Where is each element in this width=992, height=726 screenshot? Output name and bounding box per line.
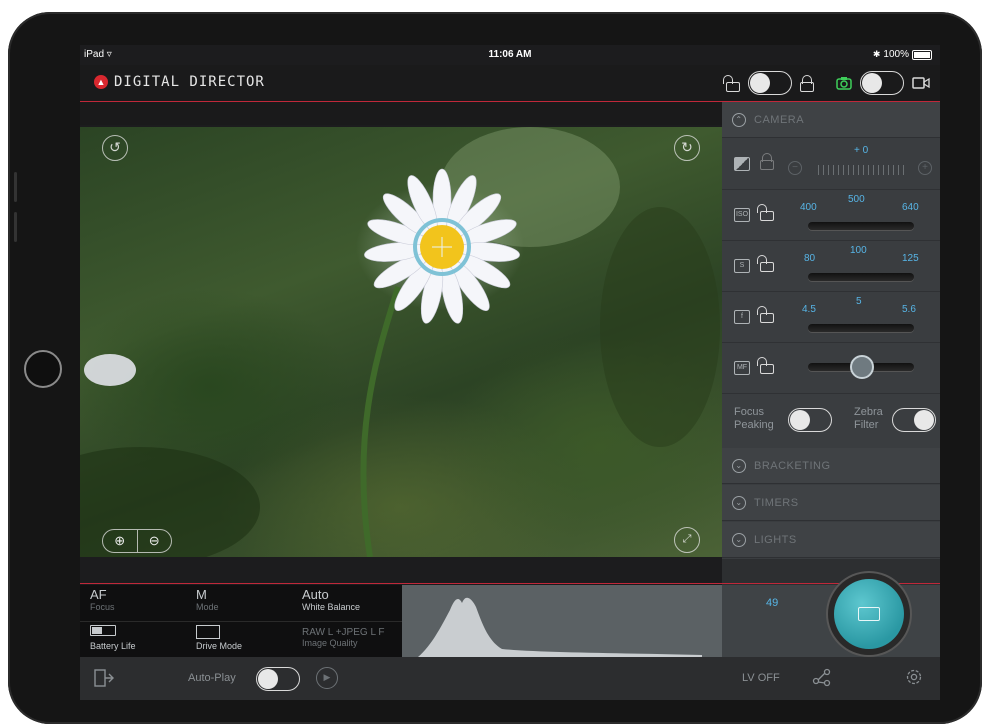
- zebra-filter-label: Zebra Filter: [854, 406, 883, 431]
- assist-toggles-row: Focus Peaking Zebra Filter: [722, 394, 940, 448]
- white-balance-info[interactable]: Auto White Balance: [302, 587, 360, 612]
- lock-toggle[interactable]: [748, 71, 792, 95]
- exposure-compensation-row: − + + 0: [722, 139, 940, 190]
- footer-bar: Auto-Play ▶ LV OFF: [80, 657, 940, 700]
- mode-toggle-group: [836, 71, 930, 95]
- aperture-low: 4.5: [802, 304, 816, 315]
- volume-button: [14, 212, 17, 242]
- ev-scale[interactable]: [818, 165, 904, 175]
- exposure-comp-icon: [734, 157, 750, 171]
- lv-status[interactable]: LV OFF: [742, 672, 780, 684]
- autoplay-toggle[interactable]: [256, 667, 300, 691]
- image-quality-info[interactable]: RAW L +JPEG L F Image Quality: [302, 627, 385, 648]
- ev-value: + 0: [854, 145, 869, 156]
- aperture-row: f 4.5 5 5.6: [722, 292, 940, 343]
- iso-high: 640: [902, 202, 919, 213]
- aperture-icon: f: [734, 310, 750, 324]
- histogram-graph: [418, 597, 702, 657]
- fullscreen-icon[interactable]: ⤢: [674, 527, 700, 553]
- iso-unlock-icon[interactable]: [757, 204, 774, 221]
- focus-slider-knob[interactable]: [850, 355, 874, 379]
- exit-icon[interactable]: [94, 669, 114, 687]
- video-mode-icon: [912, 77, 930, 89]
- chevron-down-icon: ⌄: [732, 458, 746, 473]
- battery-info: Battery Life: [90, 625, 136, 651]
- app-header: ▲ DIGITAL DIRECTOR: [80, 65, 940, 102]
- drive-mode-icon: [196, 625, 220, 639]
- shutter-speed-icon: S: [734, 259, 750, 273]
- exposure-lock-icon[interactable]: [760, 153, 774, 170]
- aperture-value: 5: [856, 296, 862, 307]
- live-view-image: [80, 127, 720, 557]
- battery-icon: [912, 49, 932, 60]
- volume-button: [14, 172, 17, 202]
- histogram: [402, 585, 722, 657]
- focus-peaking-toggle[interactable]: [788, 408, 832, 432]
- shutter-low: 80: [804, 253, 816, 264]
- lock-toggle-group: [723, 71, 814, 95]
- manual-focus-icon: MF: [734, 361, 750, 375]
- zoom-control: ⊕ ⊖: [102, 529, 172, 553]
- zoom-in-icon[interactable]: ⊕: [103, 530, 138, 552]
- zebra-filter-toggle[interactable]: [892, 408, 936, 432]
- clock: 11:06 AM: [488, 49, 532, 60]
- iso-icon: ISO: [734, 208, 750, 222]
- aperture-high: 5.6: [902, 304, 916, 315]
- iso-row: ISO 400 500 640: [722, 190, 940, 241]
- settings-icon[interactable]: [904, 667, 924, 687]
- unlock-icon: [723, 75, 740, 92]
- manfrotto-logo-icon: ▲: [94, 75, 108, 89]
- app-logo: ▲ DIGITAL DIRECTOR: [94, 74, 265, 90]
- autoplay-label: Auto-Play: [188, 672, 236, 684]
- shutter-high: 125: [902, 253, 919, 264]
- focus-info[interactable]: AF Focus: [90, 587, 115, 612]
- iso-low: 400: [800, 202, 817, 213]
- photo-video-toggle[interactable]: [860, 71, 904, 95]
- rotate-right-icon[interactable]: ↻: [674, 135, 700, 161]
- shutter-speed-row: S 80 100 125: [722, 241, 940, 292]
- focus-unlock-icon[interactable]: [757, 357, 774, 374]
- viewer-top-strip: [80, 102, 722, 125]
- home-button[interactable]: [24, 350, 62, 388]
- status-bar: iPad ▿ 11:06 AM ✱ 100%: [80, 45, 940, 65]
- app-screen: iPad ▿ 11:06 AM ✱ 100% ▲ DIGITAL DIRECTO…: [80, 45, 940, 700]
- iso-dial[interactable]: [808, 222, 914, 230]
- drive-mode-info[interactable]: Drive Mode: [196, 625, 242, 651]
- rotate-left-icon[interactable]: ↺: [102, 135, 128, 161]
- chevron-up-icon: ⌃: [732, 112, 746, 127]
- share-icon[interactable]: [812, 667, 832, 687]
- live-view[interactable]: ↺ ↻ ⊕ ⊖ ⤢: [80, 127, 722, 557]
- iso-value: 500: [848, 194, 865, 205]
- accent-divider: [80, 583, 940, 584]
- camera-battery-icon: [90, 625, 116, 636]
- chevron-down-icon: ⌄: [732, 532, 746, 547]
- plus-button[interactable]: +: [918, 161, 932, 175]
- shutter-icon: [858, 607, 880, 621]
- section-camera[interactable]: ⌃ CAMERA: [722, 102, 940, 138]
- aperture-unlock-icon[interactable]: [757, 306, 774, 323]
- shutter-value: 100: [850, 245, 867, 256]
- minus-button[interactable]: −: [788, 161, 802, 175]
- shutter-unlock-icon[interactable]: [757, 255, 774, 272]
- zoom-out-icon[interactable]: ⊖: [138, 530, 172, 552]
- chevron-down-icon: ⌄: [732, 495, 746, 510]
- camera-info-grid: AF Focus M Mode Auto White Balance Batte…: [80, 585, 402, 657]
- aperture-dial[interactable]: [808, 324, 914, 332]
- play-icon[interactable]: ▶: [316, 667, 338, 689]
- bluetooth-icon: ✱: [872, 49, 881, 59]
- section-bracketing[interactable]: ⌄ BRACKETING: [722, 448, 940, 484]
- shutter-button[interactable]: [834, 579, 904, 649]
- shutter-dial[interactable]: [808, 273, 914, 281]
- section-timers[interactable]: ⌄ TIMERS: [722, 485, 940, 521]
- battery-percent: 100%: [883, 49, 909, 60]
- histogram-value: 49: [766, 597, 779, 609]
- app-title: DIGITAL DIRECTOR: [114, 74, 265, 90]
- manual-focus-row: MF: [722, 343, 940, 394]
- mode-info[interactable]: M Mode: [196, 587, 219, 612]
- lock-icon: [800, 75, 814, 92]
- section-lights[interactable]: ⌄ LIGHTS: [722, 522, 940, 558]
- camera-panel: ⌃ CAMERA − + + 0 ISO 400 500 640 S 80 10…: [722, 102, 940, 602]
- focus-peaking-label: Focus Peaking: [734, 406, 774, 431]
- camera-mode-icon: [836, 77, 852, 90]
